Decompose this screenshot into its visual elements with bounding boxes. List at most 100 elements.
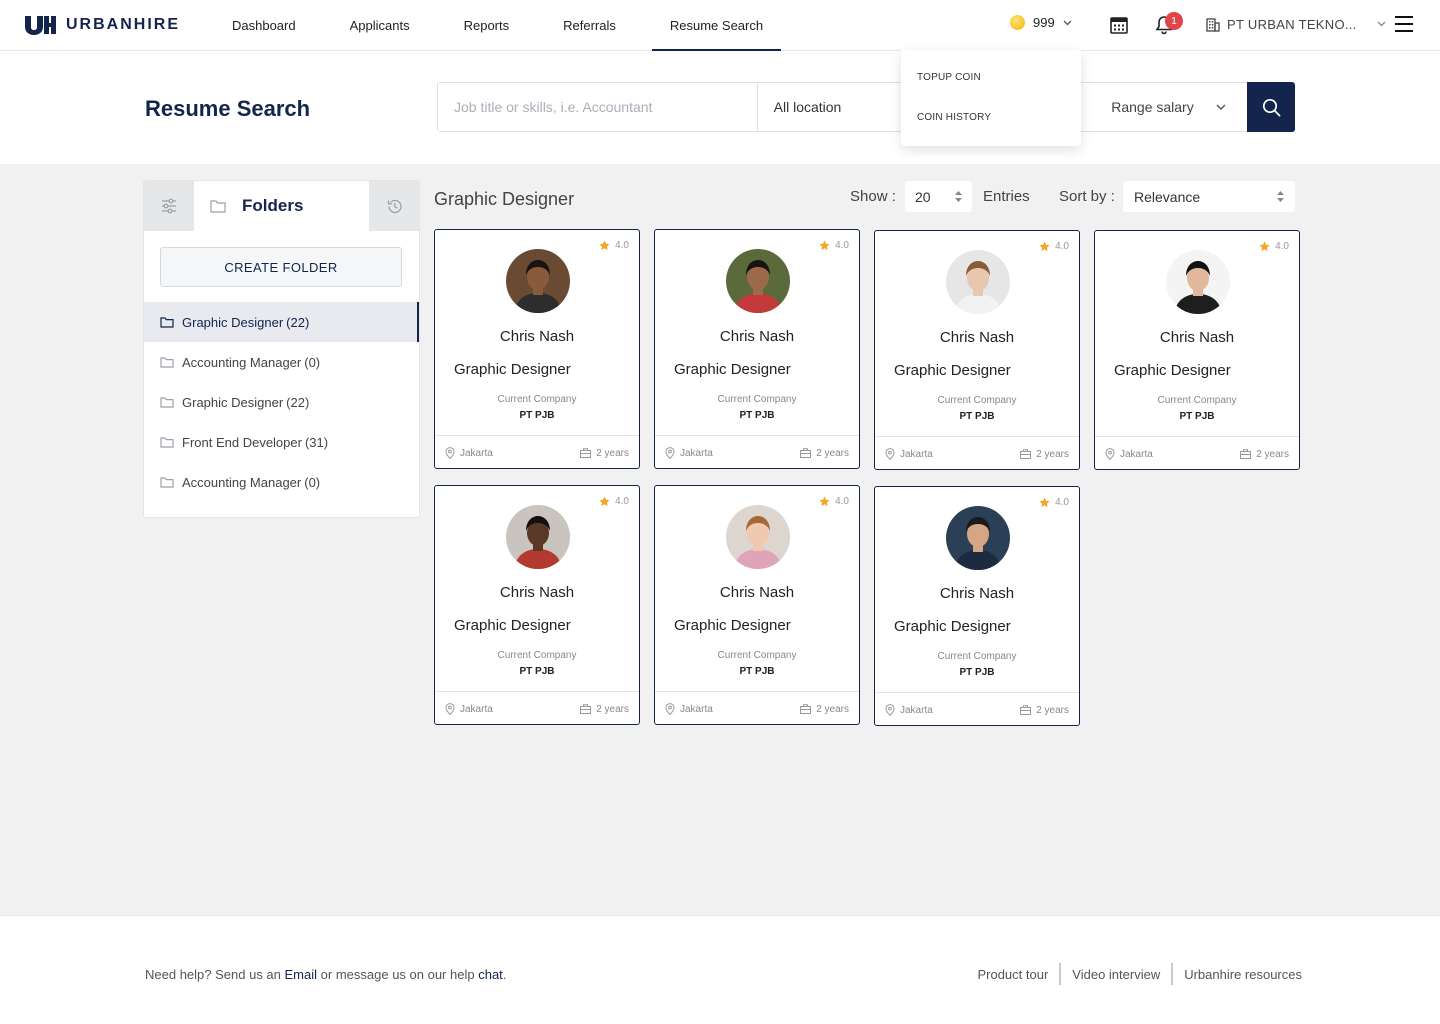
folder-item[interactable]: Accounting Manager (0): [144, 462, 419, 502]
candidate-role: Graphic Designer: [1114, 362, 1231, 379]
help-chat-link[interactable]: chat: [478, 967, 503, 982]
candidate-card-footer: Jakarta 2 years: [655, 691, 859, 726]
folder-icon: [160, 476, 174, 488]
folder-count: (0): [304, 354, 321, 370]
sliders-icon: [162, 198, 176, 214]
nav-reports[interactable]: Reports: [446, 0, 528, 50]
candidate-card[interactable]: 4.0 Chris Nash Graphic Designer Current Com…: [874, 230, 1080, 470]
footer-link-resources[interactable]: Urbanhire resources: [1171, 963, 1302, 985]
sort-label: Sort by :: [1059, 188, 1115, 205]
location-text: Jakarta: [460, 447, 493, 459]
nav-resume-search[interactable]: Resume Search: [651, 0, 782, 51]
candidate-experience: 2 years: [1240, 449, 1289, 460]
candidate-avatar: [946, 250, 1010, 314]
folder-icon: [160, 356, 174, 368]
keyword-search-input[interactable]: [438, 83, 758, 131]
current-company-label: Current Company: [1157, 395, 1237, 406]
candidate-avatar: [1166, 250, 1230, 314]
candidate-location: Jakarta: [445, 447, 493, 459]
candidate-avatar: [506, 505, 570, 569]
show-label: Show :: [850, 188, 896, 205]
rating-value: 4.0: [835, 240, 849, 251]
footer: Need help? Send us an Email or message u…: [0, 915, 1440, 1024]
folder-item[interactable]: Accounting Manager (0): [144, 342, 419, 382]
candidate-card[interactable]: 4.0 Chris Nash Graphic Designer Current Com…: [434, 229, 640, 469]
nav-dashboard[interactable]: Dashboard: [214, 0, 314, 50]
candidate-rating: 4.0: [599, 496, 629, 507]
location-value: All location: [773, 99, 842, 115]
brand-logo-mark: [24, 14, 56, 36]
candidate-experience: 2 years: [1020, 705, 1069, 716]
candidate-location: Jakarta: [885, 448, 933, 460]
candidate-card[interactable]: 4.0 Chris Nash Graphic Designer Current Com…: [434, 485, 640, 725]
star-icon: [1039, 497, 1050, 508]
salary-range-select[interactable]: Range salary: [1100, 83, 1247, 131]
candidate-name: Chris Nash: [939, 585, 1015, 602]
calendar-icon[interactable]: [1108, 14, 1130, 36]
topup-coin-item[interactable]: TOPUP COIN: [901, 57, 1081, 97]
tab-history[interactable]: [369, 181, 419, 231]
folder-label: Graphic Designer: [182, 394, 284, 410]
sort-by-select[interactable]: Relevance: [1123, 181, 1295, 212]
folder-panel: Folders CREATE FOLDER Graphic Designer (2…: [143, 180, 420, 518]
star-icon: [599, 240, 610, 251]
tab-folders[interactable]: Folders: [194, 181, 369, 231]
search-button[interactable]: [1247, 82, 1295, 132]
candidate-rating: 4.0: [1259, 241, 1289, 252]
candidate-card[interactable]: 4.0 Chris Nash Graphic Designer Current Com…: [654, 229, 860, 469]
help-middle: or message us on our help: [320, 967, 475, 982]
candidate-rating: 4.0: [1039, 241, 1069, 252]
candidate-location: Jakarta: [445, 703, 493, 715]
candidate-card-footer: Jakarta 2 years: [655, 435, 859, 470]
create-folder-button[interactable]: CREATE FOLDER: [160, 247, 402, 287]
current-company-label: Current Company: [937, 395, 1017, 406]
coin-balance-button[interactable]: 999: [1010, 15, 1072, 30]
brand-logo[interactable]: URBANHIRE: [24, 14, 180, 36]
company-switcher[interactable]: PT URBAN TEKNO...: [1205, 16, 1386, 32]
briefcase-icon: [580, 704, 592, 714]
coin-history-item[interactable]: COIN HISTORY: [901, 97, 1081, 137]
candidate-avatar: [506, 249, 570, 313]
nav-applicants[interactable]: Applicants: [332, 0, 428, 50]
location-text: Jakarta: [900, 448, 933, 460]
current-company: PT PJB: [519, 666, 555, 677]
folder-label: Accounting Manager: [182, 354, 302, 370]
candidate-name: Chris Nash: [499, 328, 575, 345]
notification-badge: 1: [1165, 12, 1183, 30]
folder-item[interactable]: Graphic Designer (22): [144, 382, 419, 422]
help-email-link[interactable]: Email: [285, 967, 318, 982]
location-text: Jakarta: [680, 703, 713, 715]
candidate-experience: 2 years: [800, 448, 849, 459]
rating-value: 4.0: [1055, 241, 1069, 252]
candidate-role: Graphic Designer: [674, 361, 791, 378]
candidate-name: Chris Nash: [719, 328, 795, 345]
current-company: PT PJB: [959, 667, 995, 678]
footer-link-video-interview[interactable]: Video interview: [1059, 963, 1171, 985]
candidate-rating: 4.0: [1039, 497, 1069, 508]
candidate-card[interactable]: 4.0 Chris Nash Graphic Designer Current Com…: [1094, 230, 1300, 470]
candidate-role: Graphic Designer: [674, 617, 791, 634]
hamburger-menu-icon[interactable]: [1395, 16, 1413, 32]
candidate-location: Jakarta: [665, 447, 713, 459]
results-title: Graphic Designer: [434, 189, 575, 209]
tab-filters[interactable]: [144, 181, 194, 231]
candidate-card-footer: Jakarta 2 years: [435, 435, 639, 470]
folder-label: Front End Developer: [182, 434, 302, 450]
location-text: Jakarta: [1120, 448, 1153, 460]
candidate-location: Jakarta: [885, 704, 933, 716]
current-company-label: Current Company: [497, 650, 577, 661]
footer-link-product-tour[interactable]: Product tour: [966, 963, 1059, 985]
entries-per-page-select[interactable]: 20: [905, 181, 972, 212]
candidate-card[interactable]: 4.0 Chris Nash Graphic Designer Current Com…: [874, 486, 1080, 726]
experience-text: 2 years: [1036, 448, 1069, 460]
folder-item[interactable]: Front End Developer (31): [144, 422, 419, 462]
briefcase-icon: [1240, 449, 1252, 459]
nav-referrals[interactable]: Referrals: [545, 0, 634, 50]
star-icon: [1039, 241, 1050, 252]
candidate-rating: 4.0: [599, 240, 629, 251]
folder-item[interactable]: Graphic Designer (22): [144, 302, 419, 342]
footer-links: Product tour Video interview Urbanhire r…: [966, 963, 1302, 985]
main-nav: Dashboard Applicants Reports Referrals R…: [214, 0, 782, 51]
briefcase-icon: [800, 704, 812, 714]
candidate-card[interactable]: 4.0 Chris Nash Graphic Designer Current Com…: [654, 485, 860, 725]
